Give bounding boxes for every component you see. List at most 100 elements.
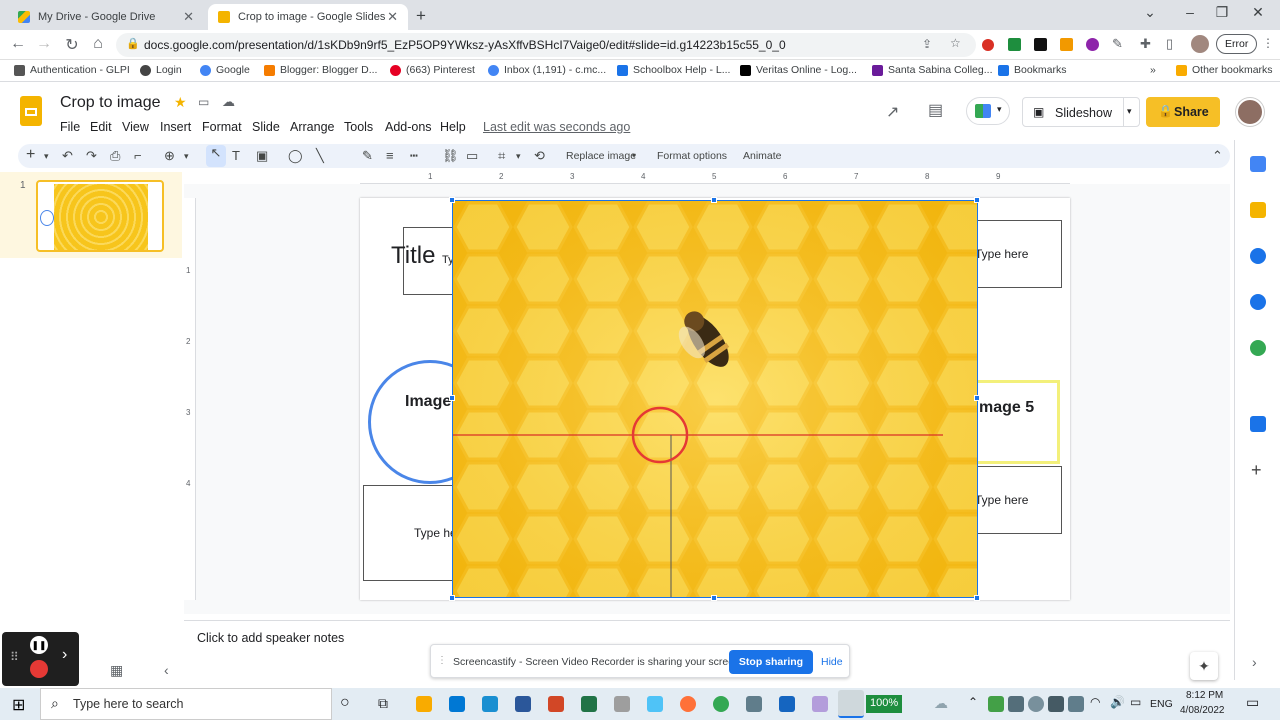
tray-icon[interactable] bbox=[1068, 696, 1084, 712]
expand-icon[interactable]: › bbox=[62, 646, 67, 664]
bookmark-item[interactable]: Google bbox=[200, 64, 250, 76]
back-icon[interactable]: ← bbox=[8, 35, 28, 53]
resize-handle[interactable] bbox=[974, 395, 980, 401]
drag-handle-icon[interactable]: ⋮ bbox=[437, 655, 447, 666]
tray-icon[interactable] bbox=[1008, 696, 1024, 712]
menu-arrange[interactable]: Arrange bbox=[290, 120, 334, 134]
undo-icon[interactable]: ↶ bbox=[62, 148, 73, 164]
new-tab-icon[interactable]: + bbox=[416, 6, 426, 26]
tab-my-drive[interactable]: My Drive - Google Drive ✕ bbox=[8, 4, 204, 30]
snipping-icon[interactable] bbox=[614, 696, 630, 712]
pause-icon[interactable]: ❚❚ bbox=[30, 636, 48, 654]
tab-crop-to-image[interactable]: Crop to image - Google Slides ✕ bbox=[208, 4, 408, 30]
bookmark-item[interactable]: Bookmarks bbox=[998, 64, 1067, 76]
explore-icon[interactable]: ✦ bbox=[1190, 652, 1218, 680]
weather-icon[interactable]: ☁ bbox=[934, 695, 948, 712]
honeycomb-image[interactable] bbox=[452, 200, 978, 598]
tray-up-icon[interactable]: ⌃ bbox=[968, 695, 978, 709]
maps-icon[interactable] bbox=[1250, 340, 1266, 356]
bookmark-item[interactable]: Login bbox=[140, 64, 182, 76]
avatar[interactable] bbox=[1236, 98, 1264, 126]
clock-date[interactable]: 4/08/2022 bbox=[1180, 705, 1225, 716]
select-icon[interactable]: ↖ bbox=[206, 145, 226, 167]
slideshow-button[interactable]: ▣ Slideshow ▾ bbox=[1022, 97, 1140, 127]
meet-button[interactable]: ▾ bbox=[966, 97, 1010, 125]
tray-icon[interactable] bbox=[988, 696, 1004, 712]
volume-icon[interactable]: 🔊 bbox=[1110, 695, 1125, 709]
star-icon[interactable]: ★ bbox=[174, 94, 187, 111]
home-icon[interactable]: ⌂ bbox=[88, 35, 108, 53]
reload-icon[interactable]: ↻ bbox=[62, 35, 82, 55]
menu-file[interactable]: File bbox=[60, 120, 80, 134]
minimize-icon[interactable]: – bbox=[1180, 4, 1200, 20]
close-window-icon[interactable]: ✕ bbox=[1248, 4, 1268, 21]
eyedropper-icon[interactable]: ✎ bbox=[1112, 36, 1123, 52]
bookmark-item[interactable]: (663) Pinterest bbox=[390, 64, 475, 76]
language-indicator[interactable]: ENG bbox=[1150, 698, 1173, 710]
stop-record-icon[interactable] bbox=[30, 660, 48, 678]
menu-slide[interactable]: Slide bbox=[252, 120, 280, 134]
contacts-icon[interactable] bbox=[1250, 294, 1266, 310]
share-page-icon[interactable]: ⇪ bbox=[922, 37, 932, 51]
zoom-icon[interactable]: ⊕ bbox=[164, 148, 175, 164]
slide-thumbnail[interactable] bbox=[36, 180, 164, 252]
close-tab-icon[interactable]: ✕ bbox=[183, 9, 194, 25]
maximize-icon[interactable]: ❐ bbox=[1212, 4, 1232, 21]
text-box-icon[interactable]: T bbox=[232, 148, 240, 163]
reset-image-icon[interactable]: ⟲ bbox=[534, 148, 545, 164]
slides-logo-icon[interactable] bbox=[20, 96, 42, 126]
clock-time[interactable]: 8:12 PM bbox=[1186, 690, 1223, 701]
format-options-button[interactable]: Format options bbox=[657, 150, 727, 162]
link-icon[interactable]: ⛓ bbox=[442, 148, 459, 164]
document-title[interactable]: Crop to image bbox=[60, 94, 161, 112]
calendar-icon[interactable] bbox=[1250, 156, 1266, 172]
redo-icon[interactable]: ↷ bbox=[86, 148, 97, 164]
error-button[interactable]: Error bbox=[1216, 34, 1258, 54]
collapse-filmstrip-icon[interactable]: ‹ bbox=[164, 662, 169, 678]
word-icon[interactable] bbox=[515, 696, 531, 712]
app-l-icon[interactable] bbox=[482, 696, 498, 712]
resize-handle[interactable] bbox=[974, 595, 980, 601]
border-weight-icon[interactable]: ≡ bbox=[386, 148, 394, 163]
mail-icon[interactable] bbox=[449, 696, 465, 712]
extension-icon[interactable] bbox=[1034, 38, 1047, 51]
battery-indicator[interactable]: 100% bbox=[866, 695, 903, 713]
app-icon[interactable] bbox=[746, 696, 762, 712]
file-explorer-icon[interactable] bbox=[416, 696, 432, 712]
add-addon-icon[interactable]: + bbox=[1251, 460, 1262, 481]
photos-icon[interactable] bbox=[779, 696, 795, 712]
menu-help[interactable]: Help bbox=[440, 120, 466, 134]
comment-icon[interactable]: ▭ bbox=[466, 148, 478, 164]
last-edit-link[interactable]: Last edit was seconds ago bbox=[483, 120, 630, 134]
tray-icon[interactable] bbox=[1028, 696, 1044, 712]
bookmark-item[interactable]: Schoolbox Help - L... bbox=[617, 64, 730, 76]
other-bookmarks[interactable]: Other bookmarks bbox=[1176, 64, 1273, 76]
bookmark-item[interactable]: Santa Sabina Colleg... bbox=[872, 64, 993, 76]
hide-button[interactable]: Hide bbox=[821, 656, 843, 668]
resize-handle[interactable] bbox=[711, 595, 717, 601]
keep-icon[interactable] bbox=[1250, 202, 1266, 218]
chevron-down-icon[interactable]: ▾ bbox=[184, 151, 189, 162]
stop-sharing-button[interactable]: Stop sharing bbox=[729, 650, 813, 674]
menu-view[interactable]: View bbox=[122, 120, 149, 134]
avatar[interactable] bbox=[1191, 35, 1209, 53]
wifi-icon[interactable]: ◠ bbox=[1090, 695, 1100, 709]
resize-handle[interactable] bbox=[974, 197, 980, 203]
more-icon[interactable]: ⋮ bbox=[1262, 36, 1274, 50]
drag-handle-icon[interactable]: ⠿ bbox=[10, 650, 19, 664]
chevron-down-icon[interactable]: ▾ bbox=[44, 151, 49, 162]
menu-add-ons[interactable]: Add-ons bbox=[385, 120, 432, 134]
extension-icon[interactable] bbox=[982, 39, 994, 51]
sidebar-icon[interactable]: ▯ bbox=[1166, 36, 1173, 52]
resize-handle[interactable] bbox=[449, 197, 455, 203]
tasks-icon[interactable] bbox=[1250, 248, 1266, 264]
comments-icon[interactable]: ▤ bbox=[928, 100, 943, 120]
bookmark-item[interactable]: Inbox (1,191) - c.mc... bbox=[488, 64, 606, 76]
bookmark-item[interactable]: Authentication - GLPI bbox=[14, 64, 130, 76]
chevron-down-icon[interactable]: ▾ bbox=[516, 151, 521, 162]
chrome-active-icon[interactable] bbox=[838, 690, 864, 718]
mic-icon[interactable] bbox=[1048, 696, 1064, 712]
crop-icon[interactable]: ⌗ bbox=[498, 148, 505, 164]
firefox-icon[interactable] bbox=[680, 696, 696, 712]
resize-handle[interactable] bbox=[711, 197, 717, 203]
